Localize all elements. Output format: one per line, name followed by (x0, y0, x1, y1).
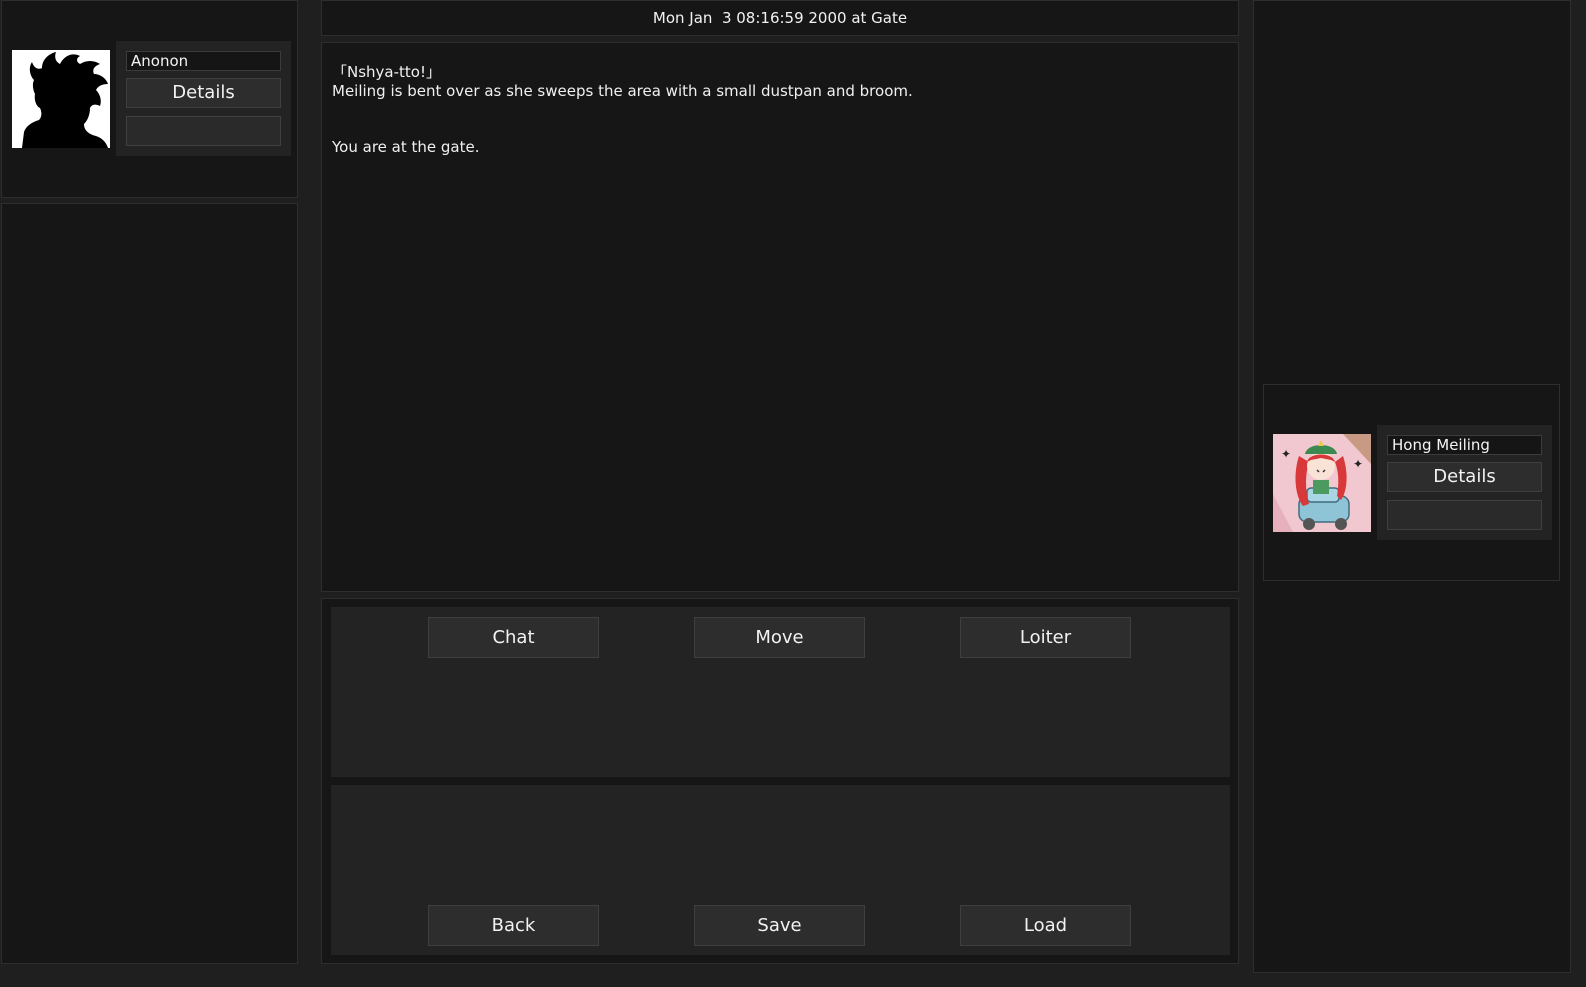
player-panel: Anonon Details (1, 0, 298, 198)
back-button[interactable]: Back (428, 905, 599, 946)
message-log: 「Nshya-tto!」 Meiling is bent over as she… (321, 42, 1239, 592)
load-button[interactable]: Load (960, 905, 1131, 946)
player-empty-button[interactable] (126, 116, 281, 146)
log-line-description: Meiling is bent over as she sweeps the a… (332, 82, 913, 100)
loiter-button[interactable]: Loiter (960, 617, 1131, 658)
player-details-button[interactable]: Details (126, 78, 281, 108)
right-side-panel: ✦ ✦ Hong Meiling Details (1253, 0, 1571, 973)
npc-portrait: ✦ ✦ (1273, 434, 1371, 532)
silhouette-portrait-icon (22, 52, 108, 148)
status-bar: Mon Jan 3 08:16:59 2000 at Gate (321, 0, 1239, 36)
command-panel: Chat Move Loiter Back Save Load (321, 598, 1239, 964)
npc-name-field[interactable]: Hong Meiling (1387, 435, 1542, 455)
left-side-panel (1, 203, 298, 964)
svg-text:✦: ✦ (1353, 457, 1363, 471)
npc-empty-button[interactable] (1387, 500, 1542, 530)
status-text: Mon Jan 3 08:16:59 2000 at Gate (652, 9, 908, 27)
move-button[interactable]: Move (694, 617, 865, 658)
npc-details-button[interactable]: Details (1387, 462, 1542, 492)
player-portrait (12, 50, 110, 148)
player-name-field[interactable]: Anonon (126, 51, 281, 71)
npc-panel: ✦ ✦ Hong Meiling Details (1263, 384, 1560, 581)
save-button[interactable]: Save (694, 905, 865, 946)
system-button-area: Back Save Load (331, 785, 1230, 955)
action-button-area: Chat Move Loiter (331, 607, 1230, 777)
hong-meiling-portrait: ✦ ✦ (1273, 434, 1371, 532)
chat-button[interactable]: Chat (428, 617, 599, 658)
svg-text:✦: ✦ (1281, 447, 1291, 461)
log-line-quote: 「Nshya-tto!」 (332, 63, 441, 81)
log-line-location: You are at the gate. (332, 138, 480, 156)
npc-info-box: Hong Meiling Details (1377, 425, 1552, 540)
player-info-box: Anonon Details (116, 41, 291, 156)
